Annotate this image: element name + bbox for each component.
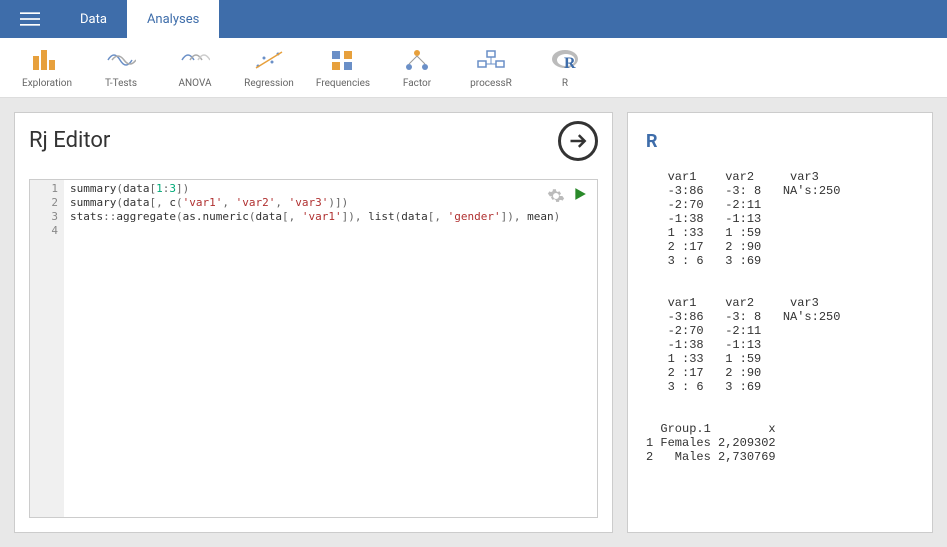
ribbon-exploration[interactable]: Exploration [10, 38, 84, 98]
ribbon-r[interactable]: R R [528, 38, 602, 98]
arrow-right-icon [568, 131, 588, 151]
output-title: R [646, 131, 914, 152]
ribbon-anova[interactable]: ANOVA [158, 38, 232, 98]
ribbon-label: processR [470, 78, 512, 89]
tab-data[interactable]: Data [60, 0, 127, 38]
regression-icon [254, 46, 284, 74]
code-area[interactable]: summary(data[1:3])summary(data[, c('var1… [64, 180, 597, 517]
play-icon [573, 187, 587, 201]
ribbon-label: R [562, 78, 568, 89]
run-button[interactable] [573, 186, 587, 205]
gear-icon [547, 187, 565, 205]
code-actions [547, 186, 587, 205]
ribbon-label: Exploration [22, 78, 72, 89]
ttests-icon [106, 46, 136, 74]
svg-text:R: R [564, 55, 576, 72]
editor-header: Rj Editor [15, 113, 612, 169]
ribbon-label: Frequencies [316, 78, 370, 89]
ribbon-regression[interactable]: Regression [232, 38, 306, 98]
ribbon-processr[interactable]: processR [454, 38, 528, 98]
ribbon-factor[interactable]: Factor [380, 38, 454, 98]
content-area: Rj Editor 1234 summary(data[1:3])summary… [0, 98, 947, 547]
ribbon-frequencies[interactable]: Frequencies [306, 38, 380, 98]
editor-panel: Rj Editor 1234 summary(data[1:3])summary… [14, 112, 613, 533]
ribbon-label: ANOVA [179, 78, 212, 89]
ribbon-ttests[interactable]: T-Tests [84, 38, 158, 98]
frequencies-icon [330, 46, 356, 74]
ribbon-label: Regression [244, 78, 294, 89]
processr-icon [476, 46, 506, 74]
editor-title: Rj Editor [29, 128, 110, 153]
anova-icon [180, 46, 210, 74]
code-editor[interactable]: 1234 summary(data[1:3])summary(data[, c(… [29, 179, 598, 518]
ribbon-label: Factor [403, 78, 431, 89]
output-panel: R var1 var2 var3 -3:86 -3: 8 NA's:250 -2… [627, 112, 933, 533]
exploration-icon [30, 46, 64, 74]
hamburger-icon [20, 9, 40, 29]
run-all-button[interactable] [558, 121, 598, 161]
factor-icon [404, 46, 430, 74]
ribbon: Exploration T-Tests ANOVA Regression Fre… [0, 38, 947, 98]
settings-button[interactable] [547, 187, 565, 205]
r-icon: R [550, 46, 580, 74]
menu-button[interactable] [0, 0, 60, 38]
top-bar: Data Analyses [0, 0, 947, 38]
output-text: var1 var2 var3 -3:86 -3: 8 NA's:250 -2:7… [646, 170, 914, 464]
line-gutter: 1234 [30, 180, 64, 517]
ribbon-label: T-Tests [105, 78, 137, 89]
tab-analyses[interactable]: Analyses [127, 0, 219, 38]
